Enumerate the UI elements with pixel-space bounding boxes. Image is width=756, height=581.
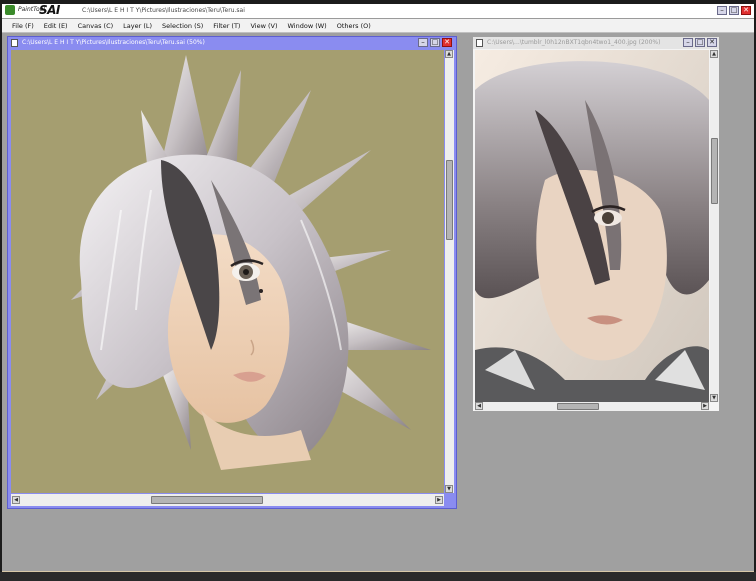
app-maximize-icon[interactable]: □ xyxy=(729,6,739,15)
minimize-icon[interactable]: – xyxy=(418,38,428,47)
menu-window[interactable]: Window (W) xyxy=(288,22,327,30)
vertical-scroll-thumb[interactable] xyxy=(711,138,718,204)
app-close-icon[interactable]: ✕ xyxy=(741,6,751,15)
paint-tool-sai-window: PaintTool SAI C:\Users\L E H I T Y\Pictu… xyxy=(0,0,756,581)
close-icon[interactable]: ✕ xyxy=(442,38,452,47)
maximize-icon[interactable]: □ xyxy=(430,38,440,47)
app-logo-icon xyxy=(5,5,15,15)
scroll-up-icon[interactable]: ▲ xyxy=(710,50,718,58)
canvas-window-reference-photo: C:\Users\...\tumblr_l0h12nBXT1qbn4two1_4… xyxy=(472,36,720,412)
menu-edit[interactable]: Edit (E) xyxy=(44,22,68,30)
menu-others[interactable]: Others (O) xyxy=(337,22,371,30)
brand-name-logo: SAI xyxy=(39,3,60,17)
menu-bar: File (F) Edit (E) Canvas (C) Layer (L) S… xyxy=(2,19,754,33)
reference-window-title: C:\Users\...\tumblr_l0h12nBXT1qbn4two1_4… xyxy=(487,39,661,46)
reference-window-controls: – □ ✕ xyxy=(683,38,717,47)
horizontal-scroll-thumb[interactable] xyxy=(151,496,263,504)
horizontal-scroll-thumb[interactable] xyxy=(557,403,599,410)
menu-canvas[interactable]: Canvas (C) xyxy=(78,22,114,30)
canvas-window-teru-sai: C:\Users\L E H I T Y\Pictures\Ilustracio… xyxy=(7,36,457,509)
canvas-window-controls: – □ ✕ xyxy=(418,38,452,47)
scroll-left-icon[interactable]: ◀ xyxy=(12,496,20,504)
app-titlebar[interactable]: PaintTool SAI C:\Users\L E H I T Y\Pictu… xyxy=(2,3,754,19)
canvas-window-titlebar[interactable]: C:\Users\L E H I T Y\Pictures\Ilustracio… xyxy=(8,37,456,49)
document-icon xyxy=(476,39,483,47)
reference-photo xyxy=(475,50,709,402)
menu-filter[interactable]: Filter (T) xyxy=(213,22,240,30)
app-window-controls: – □ ✕ xyxy=(717,6,751,15)
scroll-up-icon[interactable]: ▲ xyxy=(445,50,453,58)
scroll-right-icon[interactable]: ▶ xyxy=(435,496,443,504)
app-file-path: C:\Users\L E H I T Y\Pictures\Ilustracio… xyxy=(82,7,245,14)
vertical-scrollbar[interactable]: ▲ ▼ xyxy=(445,50,454,493)
scroll-left-icon[interactable]: ◀ xyxy=(475,402,483,410)
maximize-icon[interactable]: □ xyxy=(695,38,705,47)
close-icon[interactable]: ✕ xyxy=(707,38,717,47)
menu-selection[interactable]: Selection (S) xyxy=(162,22,203,30)
horizontal-scrollbar[interactable]: ◀ ▶ xyxy=(475,402,709,411)
minimize-icon[interactable]: – xyxy=(683,38,693,47)
drawing-canvas[interactable] xyxy=(11,50,444,493)
scroll-down-icon[interactable]: ▼ xyxy=(445,485,453,493)
document-icon xyxy=(11,39,18,47)
menu-layer[interactable]: Layer (L) xyxy=(123,22,152,30)
menu-view[interactable]: View (V) xyxy=(250,22,277,30)
horizontal-scrollbar[interactable]: ◀ ▶ xyxy=(11,494,444,506)
vertical-scrollbar[interactable]: ▲ ▼ xyxy=(710,50,719,402)
scroll-right-icon[interactable]: ▶ xyxy=(701,402,709,410)
vertical-scroll-thumb[interactable] xyxy=(446,160,453,240)
canvas-window-title: C:\Users\L E H I T Y\Pictures\Ilustracio… xyxy=(22,39,205,46)
app-minimize-icon[interactable]: – xyxy=(717,6,727,15)
scroll-down-icon[interactable]: ▼ xyxy=(710,394,718,402)
menu-file[interactable]: File (F) xyxy=(12,22,34,30)
bottom-strip xyxy=(0,572,756,581)
reference-photo-canvas[interactable] xyxy=(475,50,709,402)
painting-artwork xyxy=(71,55,431,470)
reference-window-titlebar[interactable]: C:\Users\...\tumblr_l0h12nBXT1qbn4two1_4… xyxy=(473,37,719,49)
